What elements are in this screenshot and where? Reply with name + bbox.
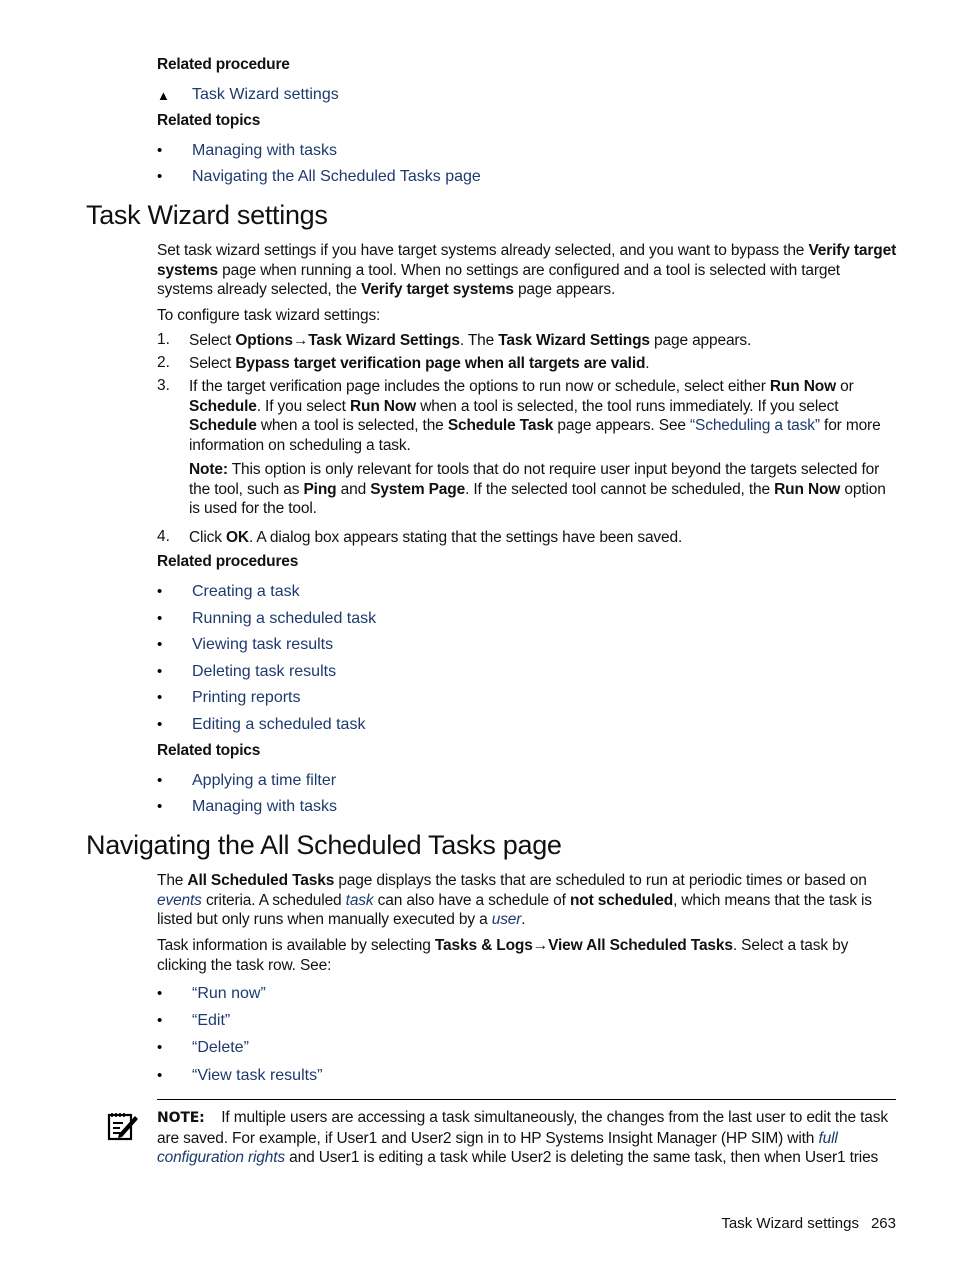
- step-2: Select Bypass target verification page w…: [189, 355, 650, 372]
- link-delete[interactable]: “Delete”: [192, 1039, 249, 1057]
- bullet-icon: •: [157, 663, 163, 680]
- link-creating-a-task[interactable]: Creating a task: [192, 583, 300, 601]
- bullet-icon: •: [157, 142, 163, 159]
- note-pencil-icon: [106, 1110, 140, 1142]
- link-navigating-all-scheduled-tasks[interactable]: Navigating the All Scheduled Tasks page: [192, 168, 481, 186]
- link-running-a-scheduled-task[interactable]: Running a scheduled task: [192, 610, 376, 628]
- bullet-icon: •: [157, 772, 163, 789]
- link-scheduling-a-task[interactable]: “Scheduling a task”: [690, 417, 820, 434]
- footer-section-title: Task Wizard settings: [721, 1215, 859, 1232]
- link-viewing-task-results[interactable]: Viewing task results: [192, 636, 333, 654]
- task-information-paragraph: Task information is available by selecti…: [157, 937, 849, 974]
- intro-paragraph: Set task wizard settings if you have tar…: [157, 242, 897, 298]
- link-managing-with-tasks[interactable]: Managing with tasks: [192, 798, 337, 816]
- step-1: Select Options→Task Wizard Settings. The…: [189, 332, 752, 349]
- related-topics-label: Related topics: [157, 112, 261, 129]
- bullet-icon: •: [157, 689, 163, 706]
- bullet-icon: •: [157, 716, 163, 733]
- bullet-icon: •: [157, 985, 163, 1002]
- glossary-link-events[interactable]: events: [157, 892, 202, 909]
- all-scheduled-tasks-paragraph: The All Scheduled Tasks page displays th…: [157, 872, 872, 928]
- triangle-bullet-icon: ▲: [157, 88, 170, 103]
- glossary-link-user[interactable]: user: [492, 911, 522, 928]
- bullet-icon: •: [157, 583, 163, 600]
- bullet-icon: •: [157, 1039, 163, 1056]
- step-number: 1.: [157, 331, 170, 348]
- link-run-now[interactable]: “Run now”: [192, 985, 266, 1003]
- link-deleting-task-results[interactable]: Deleting task results: [192, 663, 336, 681]
- link-view-task-results[interactable]: “View task results”: [192, 1067, 322, 1085]
- related-procedure-label: Related procedure: [157, 56, 290, 73]
- link-printing-reports[interactable]: Printing reports: [192, 689, 301, 707]
- step-number: 3.: [157, 377, 170, 394]
- bullet-icon: •: [157, 636, 163, 653]
- link-applying-a-time-filter[interactable]: Applying a time filter: [192, 772, 336, 790]
- configure-lead: To configure task wizard settings:: [157, 307, 381, 324]
- bullet-icon: •: [157, 610, 163, 627]
- step-number: 4.: [157, 528, 170, 545]
- related-topics-label: Related topics: [157, 742, 261, 759]
- link-editing-a-scheduled-task[interactable]: Editing a scheduled task: [192, 716, 365, 734]
- step-3-note: Note: This option is only relevant for t…: [189, 461, 886, 517]
- step-number: 2.: [157, 354, 170, 371]
- note-paragraph: NOTE: If multiple users are accessing a …: [157, 1109, 893, 1166]
- bullet-icon: •: [157, 798, 163, 815]
- link-task-wizard-settings[interactable]: Task Wizard settings: [192, 86, 339, 104]
- page-footer: Task Wizard settings 263: [709, 1215, 896, 1232]
- section-heading-navigating-all-scheduled-tasks: Navigating the All Scheduled Tasks page: [86, 830, 562, 860]
- step-3: If the target verification page includes…: [189, 378, 881, 454]
- link-managing-with-tasks[interactable]: Managing with tasks: [192, 142, 337, 160]
- page-number: 263: [870, 1215, 896, 1232]
- link-edit[interactable]: “Edit”: [192, 1012, 230, 1030]
- section-heading-task-wizard-settings: Task Wizard settings: [86, 200, 328, 230]
- glossary-link-task[interactable]: task: [346, 892, 374, 909]
- related-procedures-label: Related procedures: [157, 553, 299, 570]
- bullet-icon: •: [157, 1012, 163, 1029]
- step-4: Click OK. A dialog box appears stating t…: [189, 529, 683, 546]
- note-divider: [157, 1099, 896, 1100]
- bullet-icon: •: [157, 1067, 163, 1084]
- bullet-icon: •: [157, 168, 163, 185]
